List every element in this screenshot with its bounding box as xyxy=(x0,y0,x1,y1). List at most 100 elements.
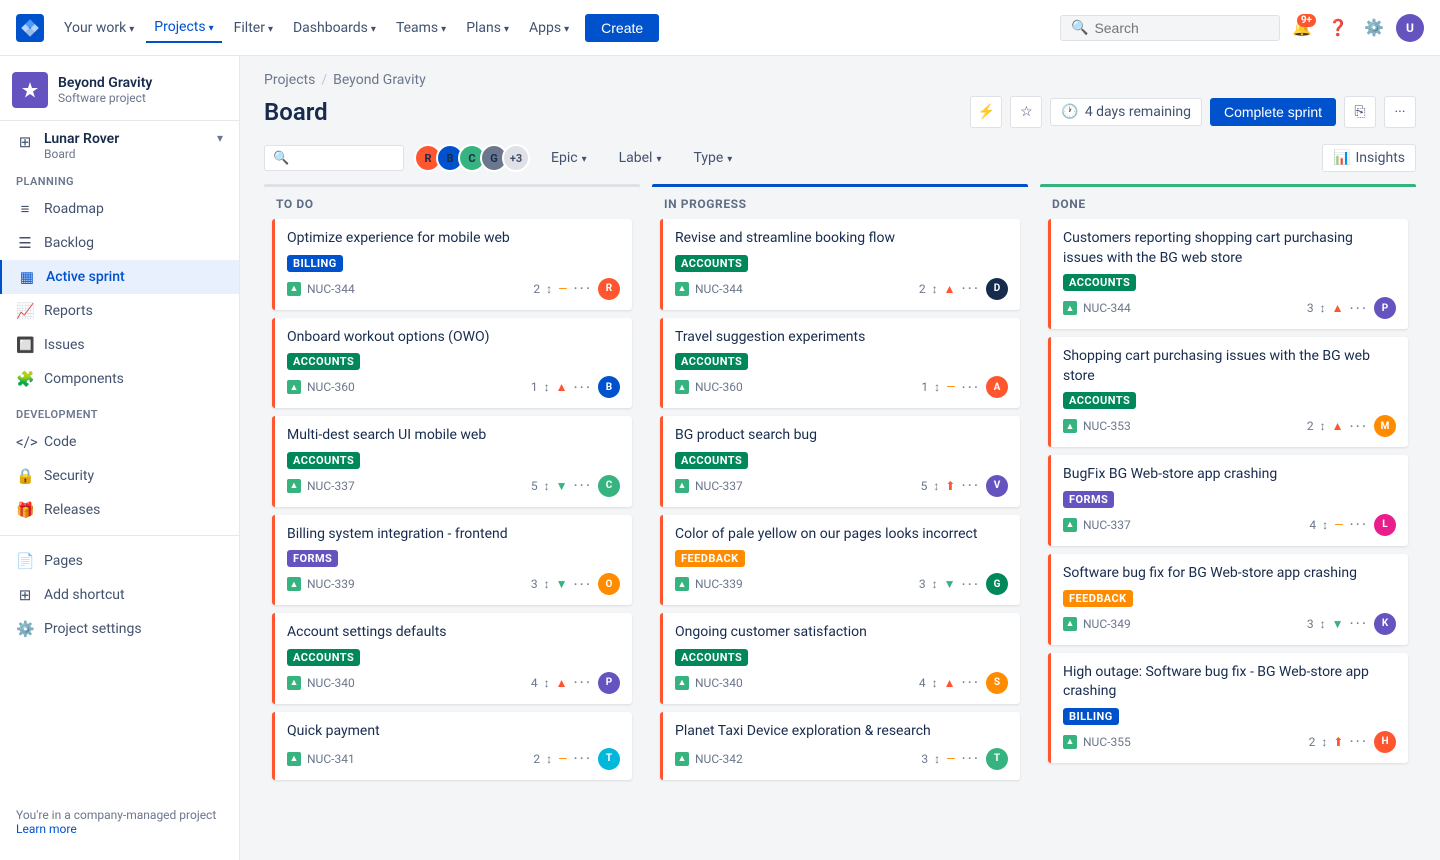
breadcrumb-project-link[interactable]: Beyond Gravity xyxy=(333,72,426,88)
lightning-button[interactable]: ⚡ xyxy=(970,96,1002,128)
card-avatar: M xyxy=(1374,415,1396,437)
sidebar-item-backlog[interactable]: ☰ Backlog xyxy=(0,226,239,260)
settings-icon[interactable]: ⚙️ xyxy=(1360,14,1388,42)
card-avatar: R xyxy=(598,278,620,300)
card[interactable]: Ongoing customer satisfaction ACCOUNTS ▲… xyxy=(660,613,1020,704)
sprint-sub: Board xyxy=(44,147,119,161)
sidebar-item-code[interactable]: </> Code xyxy=(0,425,239,459)
nav-your-work[interactable]: Your work xyxy=(56,14,142,42)
sidebar-item-project-settings[interactable]: ⚙️ Project settings xyxy=(0,612,239,646)
more-options-icon[interactable]: ··· xyxy=(961,476,980,495)
breadcrumb-projects-link[interactable]: Projects xyxy=(264,72,315,88)
nav-plans[interactable]: Plans xyxy=(458,14,517,42)
card[interactable]: Multi-dest search UI mobile web ACCOUNTS… xyxy=(272,416,632,507)
card[interactable]: Customers reporting shopping cart purcha… xyxy=(1048,219,1408,329)
more-options-icon[interactable]: ··· xyxy=(961,378,980,397)
issue-type-icon: ▲ xyxy=(287,577,301,591)
card[interactable]: Billing system integration - frontend FO… xyxy=(272,515,632,606)
search-input[interactable] xyxy=(1094,20,1269,36)
sidebar-item-active-sprint[interactable]: ▦ Active sprint xyxy=(0,260,239,294)
epic-filter[interactable]: Epic xyxy=(540,144,598,172)
card-num: 2 xyxy=(1309,735,1316,749)
story-points-icon: ↕ xyxy=(546,282,552,296)
card[interactable]: Software bug fix for BG Web-store app cr… xyxy=(1048,554,1408,645)
card[interactable]: BG product search bug ACCOUNTS ▲ NUC-337… xyxy=(660,416,1020,507)
board-search-input[interactable] xyxy=(293,150,395,166)
story-points-icon: ↕ xyxy=(544,676,550,690)
card-issue-id: NUC-344 xyxy=(1083,301,1301,315)
nav-teams[interactable]: Teams xyxy=(388,14,454,42)
sidebar-item-security[interactable]: 🔒 Security xyxy=(0,459,239,493)
board-title: Board xyxy=(264,98,960,126)
sidebar-item-add-shortcut[interactable]: ⊞ Add shortcut xyxy=(0,578,239,612)
create-button[interactable]: Create xyxy=(585,14,659,42)
nav-projects[interactable]: Projects xyxy=(146,13,221,43)
more-options-icon[interactable]: ··· xyxy=(961,279,980,298)
sidebar-item-issues[interactable]: 🔲 Issues xyxy=(0,328,239,362)
search-box[interactable]: 🔍 xyxy=(1060,15,1280,41)
card-title: Account settings defaults xyxy=(287,623,620,643)
card-tag: FEEDBACK xyxy=(1063,590,1133,607)
board-search[interactable]: 🔍 xyxy=(264,145,404,171)
sidebar-item-active-sprint-parent[interactable]: ⊞ Lunar Rover Board ▾ xyxy=(0,121,239,163)
card[interactable]: BugFix BG Web-store app crashing FORMS ▲… xyxy=(1048,455,1408,546)
card-issue-id: NUC-342 xyxy=(695,752,915,766)
card[interactable]: Planet Taxi Device exploration & researc… xyxy=(660,712,1020,780)
more-options-icon[interactable]: ··· xyxy=(573,749,592,768)
more-button[interactable]: ··· xyxy=(1384,96,1416,128)
chevron-down-icon xyxy=(371,20,376,36)
nav-apps[interactable]: Apps xyxy=(521,14,577,42)
more-options-icon[interactable]: ··· xyxy=(573,279,592,298)
more-options-icon[interactable]: ··· xyxy=(573,673,592,692)
card-num: 4 xyxy=(531,676,538,690)
card[interactable]: Color of pale yellow on our pages looks … xyxy=(660,515,1020,606)
help-icon[interactable]: ❓ xyxy=(1324,14,1352,42)
complete-sprint-button[interactable]: Complete sprint xyxy=(1210,98,1336,126)
card[interactable]: Revise and streamline booking flow ACCOU… xyxy=(660,219,1020,310)
card-issue-id: NUC-344 xyxy=(695,282,913,296)
insights-button[interactable]: 📊 Insights xyxy=(1322,144,1416,172)
user-avatar[interactable]: U xyxy=(1396,14,1424,42)
chevron-down-icon xyxy=(209,19,214,35)
story-points-icon: ↕ xyxy=(932,676,938,690)
nav-filter[interactable]: Filter xyxy=(226,14,281,42)
sidebar-label-project-settings: Project settings xyxy=(44,621,223,637)
learn-more-link[interactable]: Learn more xyxy=(16,822,77,836)
label-filter[interactable]: Label xyxy=(608,144,673,172)
card[interactable]: Optimize experience for mobile web BILLI… xyxy=(272,219,632,310)
card[interactable]: Quick payment ▲ NUC-341 2 ↕ — ··· T xyxy=(272,712,632,780)
sidebar-label-issues: Issues xyxy=(44,337,223,353)
card[interactable]: High outage: Software bug fix - BG Web-s… xyxy=(1048,653,1408,763)
notifications-icon[interactable]: 🔔 9+ xyxy=(1288,14,1316,42)
sidebar-item-pages[interactable]: 📄 Pages xyxy=(0,544,239,578)
more-options-icon[interactable]: ··· xyxy=(573,378,592,397)
card[interactable]: Onboard workout options (OWO) ACCOUNTS ▲… xyxy=(272,318,632,409)
more-options-icon[interactable]: ··· xyxy=(961,749,980,768)
more-options-icon[interactable]: ··· xyxy=(1349,614,1368,633)
star-button[interactable]: ☆ xyxy=(1010,96,1042,128)
more-options-icon[interactable]: ··· xyxy=(1349,515,1368,534)
sidebar-item-components[interactable]: 🧩 Components xyxy=(0,362,239,396)
nav-dashboards[interactable]: Dashboards xyxy=(285,14,384,42)
more-options-icon[interactable]: ··· xyxy=(1349,732,1368,751)
share-button[interactable]: ⎘ xyxy=(1344,96,1376,128)
card[interactable]: Account settings defaults ACCOUNTS ▲ NUC… xyxy=(272,613,632,704)
more-options-icon[interactable]: ··· xyxy=(961,673,980,692)
more-options-icon[interactable]: ··· xyxy=(1349,417,1368,436)
more-options-icon[interactable]: ··· xyxy=(573,476,592,495)
more-options-icon[interactable]: ··· xyxy=(573,575,592,594)
sidebar-item-releases[interactable]: 🎁 Releases xyxy=(0,493,239,527)
column-header-inprogress: IN PROGRESS xyxy=(652,187,1028,219)
sidebar-item-reports[interactable]: 📈 Reports xyxy=(0,294,239,328)
card[interactable]: Shopping cart purchasing issues with the… xyxy=(1048,337,1408,447)
card-avatar: P xyxy=(1374,297,1396,319)
avatar-extra-count[interactable]: +3 xyxy=(502,144,530,172)
card-avatar: T xyxy=(598,748,620,770)
more-options-icon[interactable]: ··· xyxy=(961,575,980,594)
type-filter[interactable]: Type xyxy=(682,144,743,172)
sidebar-item-roadmap[interactable]: ≡ Roadmap xyxy=(0,192,239,226)
more-options-icon[interactable]: ··· xyxy=(1349,299,1368,318)
jira-logo[interactable] xyxy=(16,14,44,42)
card[interactable]: Travel suggestion experiments ACCOUNTS ▲… xyxy=(660,318,1020,409)
priority-icon: — xyxy=(1334,518,1343,532)
